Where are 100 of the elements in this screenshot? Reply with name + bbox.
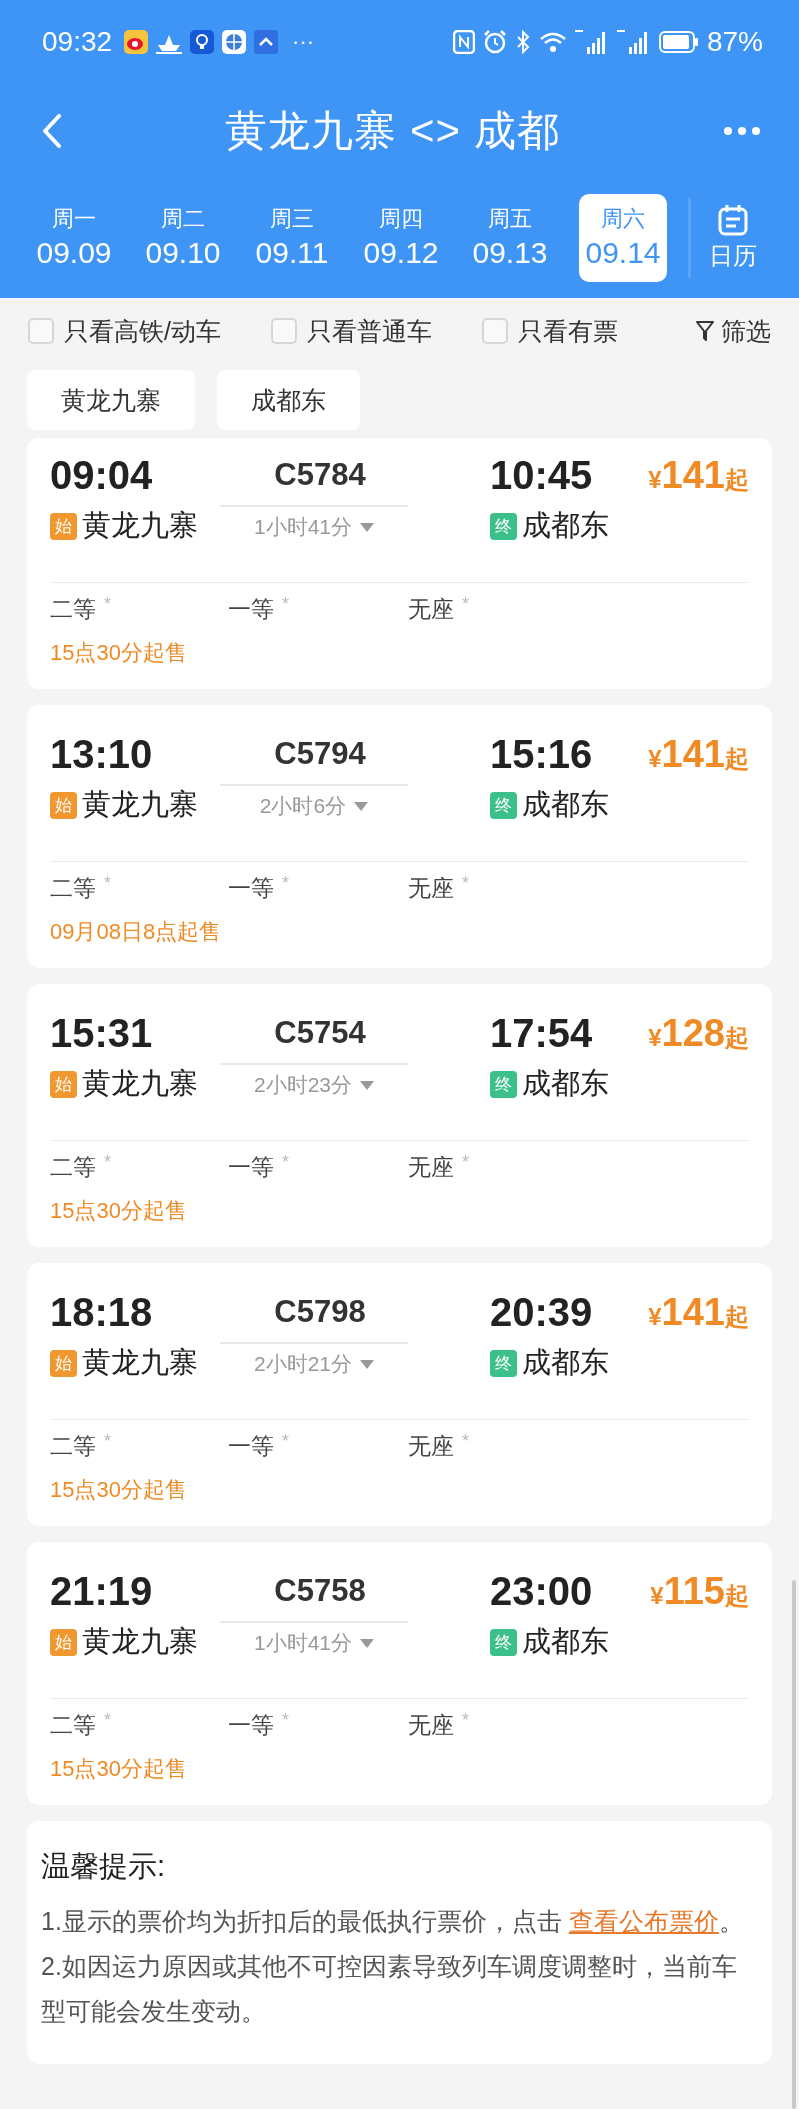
tip-text: 1.显示的票价均为折扣后的最低执行票价，点击 查看公布票价。 bbox=[41, 1906, 745, 1937]
fare-link[interactable]: 查看公布票价 bbox=[568, 1907, 719, 1935]
duration-toggle[interactable]: 1小时41分 bbox=[220, 505, 408, 547]
seat-class: 一等 bbox=[228, 594, 274, 624]
seat-count: * bbox=[104, 1430, 111, 1452]
station-name: 成都东 bbox=[522, 1345, 609, 1380]
filter-label: 只看普通车 bbox=[306, 315, 432, 347]
battery-icon bbox=[658, 31, 699, 53]
seat-count: * bbox=[462, 872, 469, 894]
sale-time: 15点30分起售 bbox=[50, 1755, 188, 1783]
start-badge: 始 bbox=[50, 1070, 77, 1098]
funnel-icon bbox=[695, 319, 715, 343]
seat-count: * bbox=[282, 593, 289, 615]
seat-count: * bbox=[104, 1151, 111, 1173]
arrival-time: 17:54 bbox=[489, 1010, 594, 1056]
price-text: ¥141起 bbox=[648, 1290, 749, 1334]
date-tab[interactable]: 周一 09.09 bbox=[20, 194, 128, 282]
station-name: 黄龙九寨 bbox=[82, 508, 198, 543]
filter-button[interactable]: 筛选 bbox=[695, 314, 771, 348]
train-card[interactable]: 13:10 C5794 15:16 ¥141起 始 黄龙九寨 2小时6分 终 成都东 二等 * 一等 * 无座 * 09月08日8点起售 bbox=[27, 705, 772, 968]
bluetooth-icon bbox=[514, 30, 531, 54]
seat-class: 无座 bbox=[408, 1431, 454, 1461]
station-name: 黄龙九寨 bbox=[82, 1345, 198, 1380]
train-card[interactable]: 15:31 C5754 17:54 ¥128起 始 黄龙九寨 2小时23分 终 成都东 二等 * 一等 * 无座 * 15点30分起售 bbox=[27, 984, 772, 1247]
seat-class: 一等 bbox=[228, 873, 274, 903]
station-name: 成都东 bbox=[522, 1066, 609, 1101]
tip-text: 2.如因运力原因或其他不可控因素导致列车调度调整时，当前车型可能会发生变动。 bbox=[41, 1951, 738, 2027]
seat-count: * bbox=[462, 593, 469, 615]
departure-time: 15:31 bbox=[50, 1010, 154, 1056]
more-icon bbox=[723, 126, 761, 136]
departure-time: 13:10 bbox=[50, 731, 154, 777]
seat-count: * bbox=[462, 1430, 469, 1452]
price-text: ¥141起 bbox=[648, 453, 749, 497]
start-badge: 始 bbox=[50, 1628, 77, 1656]
seat-class: 二等 bbox=[50, 1710, 96, 1740]
duration-toggle[interactable]: 2小时21分 bbox=[220, 1342, 408, 1384]
date-tab[interactable]: 周二 09.10 bbox=[129, 194, 237, 282]
seat-class: 二等 bbox=[50, 594, 96, 624]
departure-time: 21:19 bbox=[50, 1568, 154, 1614]
globe-icon bbox=[222, 30, 247, 54]
more-notifications: ··· bbox=[292, 29, 315, 55]
end-badge: 终 bbox=[490, 1628, 517, 1656]
calendar-icon bbox=[718, 204, 748, 236]
page-title: 黄龙九寨 <> 成都 bbox=[225, 106, 560, 156]
nfc-icon bbox=[452, 30, 475, 54]
filter-label: 只看高铁/动车 bbox=[64, 315, 221, 347]
sale-time: 09月08日8点起售 bbox=[50, 918, 223, 946]
arrival-time: 10:45 bbox=[489, 452, 594, 498]
departure-time: 09:04 bbox=[50, 452, 154, 498]
checkbox[interactable] bbox=[270, 318, 297, 344]
train-card[interactable]: 09:04 C5784 10:45 ¥141起 始 黄龙九寨 1小时41分 终 成都东 二等 * 一等 * 无座 * 15点30分起售 bbox=[27, 438, 772, 689]
seat-count: * bbox=[462, 1709, 469, 1731]
date-tab[interactable]: 周六 09.14 bbox=[579, 194, 667, 282]
checkbox[interactable] bbox=[481, 318, 508, 344]
end-badge: 终 bbox=[490, 512, 517, 540]
bulb-icon bbox=[190, 30, 215, 54]
end-badge: 终 bbox=[490, 1070, 517, 1098]
date-tab[interactable]: 周五 09.13 bbox=[456, 194, 564, 282]
alarm-icon bbox=[482, 30, 507, 54]
caret-icon bbox=[360, 1080, 374, 1090]
train-card[interactable]: 18:18 C5798 20:39 ¥141起 始 黄龙九寨 2小时21分 终 成都东 二等 * 一等 * 无座 * 15点30分起售 bbox=[27, 1263, 772, 1526]
station-name: 成都东 bbox=[522, 787, 609, 822]
date-tab[interactable]: 周三 09.11 bbox=[238, 194, 346, 282]
duration-toggle[interactable]: 2小时6分 bbox=[220, 784, 408, 826]
arrival-time: 15:16 bbox=[489, 731, 594, 777]
seat-class: 一等 bbox=[228, 1710, 274, 1740]
seat-class: 一等 bbox=[228, 1431, 274, 1461]
seat-count: * bbox=[104, 872, 111, 894]
caret-icon bbox=[354, 801, 369, 811]
app-icon bbox=[254, 30, 279, 54]
date-tab[interactable]: 周四 09.12 bbox=[347, 194, 455, 282]
seat-class: 无座 bbox=[408, 594, 454, 624]
seat-count: * bbox=[462, 1151, 469, 1173]
train-number: C5758 bbox=[273, 1573, 367, 1609]
start-badge: 始 bbox=[50, 791, 77, 819]
seat-count: * bbox=[104, 593, 111, 615]
tips-title: 温馨提示: bbox=[41, 1849, 167, 1884]
caret-icon bbox=[360, 1359, 374, 1369]
duration-toggle[interactable]: 2小时23分 bbox=[220, 1063, 408, 1105]
seat-class: 无座 bbox=[408, 1152, 454, 1182]
start-badge: 始 bbox=[50, 512, 77, 540]
seat-count: * bbox=[282, 872, 289, 894]
checkbox[interactable] bbox=[28, 318, 54, 344]
station-name: 黄龙九寨 bbox=[82, 1066, 198, 1101]
seat-class: 无座 bbox=[408, 1710, 454, 1740]
caret-icon bbox=[360, 522, 374, 532]
sale-time: 15点30分起售 bbox=[50, 1476, 188, 1504]
station-chip[interactable]: 黄龙九寨 bbox=[27, 370, 195, 430]
station-name: 成都东 bbox=[522, 1624, 609, 1659]
seat-class: 二等 bbox=[50, 1152, 96, 1182]
seat-class: 二等 bbox=[50, 1431, 96, 1461]
seat-class: 一等 bbox=[228, 1152, 274, 1182]
duration-toggle[interactable]: 1小时41分 bbox=[220, 1621, 408, 1663]
train-card[interactable]: 21:19 C5758 23:00 ¥115起 始 黄龙九寨 1小时41分 终 成都东 二等 * 一等 * 无座 * 15点30分起售 bbox=[27, 1542, 772, 1805]
sale-time: 15点30分起售 bbox=[50, 639, 188, 667]
price-text: ¥115起 bbox=[650, 1569, 749, 1613]
calendar-button[interactable]: 日历 bbox=[709, 204, 757, 272]
sale-time: 15点30分起售 bbox=[50, 1197, 188, 1225]
station-chip[interactable]: 成都东 bbox=[217, 370, 360, 430]
seat-count: * bbox=[282, 1430, 289, 1452]
